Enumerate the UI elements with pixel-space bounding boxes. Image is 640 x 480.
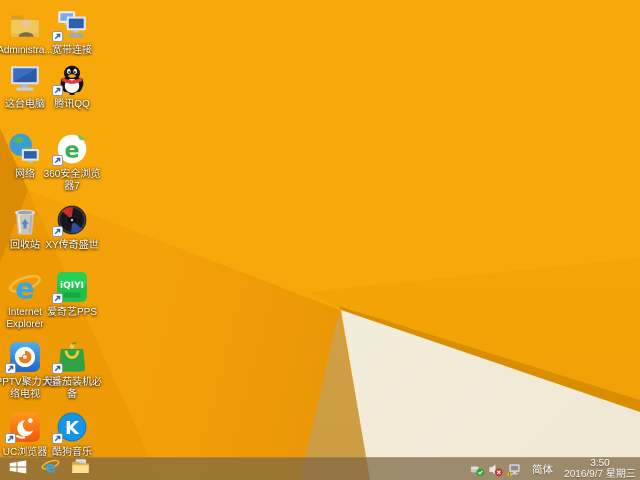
desktop-icon-big-tomato[interactable]: 大番茄装机必备 xyxy=(42,340,102,404)
shortcut-arrow-icon xyxy=(52,85,63,96)
start-button[interactable] xyxy=(2,458,34,480)
recycle-bin-icon xyxy=(8,203,42,237)
windows-logo-icon xyxy=(8,458,28,480)
svg-text:e: e xyxy=(15,272,34,304)
svg-text:e: e xyxy=(64,138,79,164)
shortcut-arrow-icon xyxy=(52,363,63,374)
taskbar: e 简体 3:50 2016/9/7 星期三 xyxy=(0,457,640,480)
svg-text:K: K xyxy=(65,418,80,439)
shortcut-arrow-icon xyxy=(52,293,63,304)
desktop-icon-internet-explorer[interactable]: e Internet Explorer xyxy=(2,270,48,334)
taskbar-file-explorer-button[interactable] xyxy=(66,458,94,480)
administrator-folder-icon xyxy=(8,8,42,42)
icon-label: 大番茄装机必备 xyxy=(42,377,102,400)
shortcut-arrow-icon xyxy=(52,155,63,166)
desktop-icon-this-pc[interactable]: 这台电脑 xyxy=(2,62,48,126)
icon-label: 腾讯QQ xyxy=(54,99,90,110)
clock-time: 3:50 xyxy=(590,457,610,469)
shortcut-arrow-icon xyxy=(52,31,63,42)
icon-label: XY传奇盛世 xyxy=(45,240,99,251)
usb-safely-remove-icon[interactable] xyxy=(470,462,485,477)
taskbar-internet-explorer-button[interactable]: e xyxy=(36,458,64,480)
desktop-icon-recycle-bin[interactable]: 回收站 xyxy=(2,203,48,267)
taskbar-clock[interactable]: 3:50 2016/9/7 星期三 xyxy=(562,457,638,480)
system-tray: 简体 3:50 2016/9/7 星期三 xyxy=(468,458,640,480)
internet-explorer-icon: e xyxy=(8,270,42,304)
shortcut-arrow-icon xyxy=(5,433,16,444)
network-icon xyxy=(8,132,42,166)
icon-label: 宽带连接 xyxy=(52,45,92,56)
shortcut-arrow-icon xyxy=(52,226,63,237)
internet-explorer-icon: e xyxy=(41,457,60,480)
svg-text:iQIYI: iQIYI xyxy=(60,281,84,291)
input-language-indicator[interactable]: 简体 xyxy=(532,462,553,477)
file-explorer-icon xyxy=(71,457,90,480)
shortcut-arrow-icon xyxy=(5,363,16,374)
desktop-icon-xy-legend-game[interactable]: XY传奇盛世 xyxy=(45,203,99,267)
this-pc-icon xyxy=(8,62,42,96)
shortcut-arrow-icon xyxy=(52,433,63,444)
desktop-icon-iqiyi-pps[interactable]: iQIYI 爱奇艺PPS xyxy=(47,270,97,334)
desktop-icon-tencent-qq[interactable]: 腾讯QQ xyxy=(49,62,95,126)
icon-label: 爱奇艺PPS xyxy=(46,307,97,318)
volume-muted-icon[interactable] xyxy=(488,462,503,477)
svg-text:e: e xyxy=(45,458,55,476)
icon-label: 360安全浏览 器7 xyxy=(43,169,101,192)
desktop-icon-360-browser[interactable]: e 360安全浏览 器7 xyxy=(44,132,100,196)
clock-date: 2016/9/7 星期三 xyxy=(564,468,636,480)
windows-desktop: Administra... 宽带连接 这台电脑 腾讯QQ 网络 e 360安全浏览 器7 回收站… xyxy=(0,0,640,480)
network-warning-icon[interactable] xyxy=(506,462,521,477)
